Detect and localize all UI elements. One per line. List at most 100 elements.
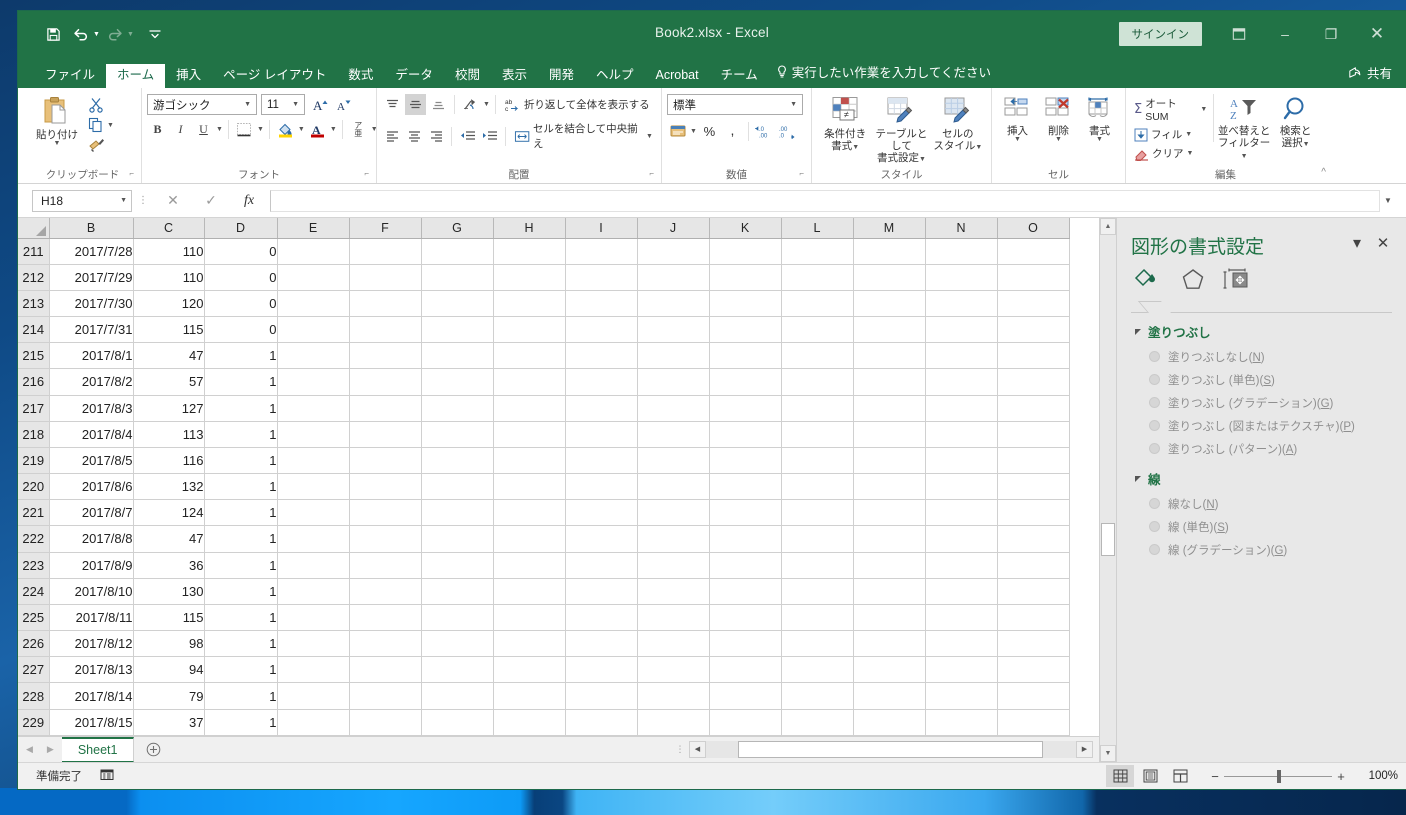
cell-M223[interactable] bbox=[853, 552, 926, 579]
cell-I215[interactable] bbox=[565, 342, 638, 370]
cell-L217[interactable] bbox=[781, 395, 854, 422]
cell-N214[interactable] bbox=[925, 316, 998, 344]
collapse-triangle-icon[interactable] bbox=[1135, 328, 1141, 335]
cell-G219[interactable] bbox=[421, 447, 494, 475]
tab-insert[interactable]: 挿入 bbox=[165, 64, 212, 89]
cell-O225[interactable] bbox=[997, 604, 1070, 632]
cell-L212[interactable] bbox=[781, 264, 854, 291]
cell-D224[interactable]: 1 bbox=[204, 578, 278, 605]
task-pane-section-header-0[interactable]: 塗りつぶし bbox=[1117, 313, 1406, 345]
cell-L215[interactable] bbox=[781, 342, 854, 370]
fill-color-icon[interactable] bbox=[275, 119, 296, 140]
cell-B228[interactable]: 2017/8/14 bbox=[49, 682, 134, 710]
row-header-218[interactable]: 218 bbox=[18, 421, 50, 448]
cell-E218[interactable] bbox=[277, 421, 350, 448]
row-header-224[interactable]: 224 bbox=[18, 578, 50, 605]
cell-D214[interactable]: 0 bbox=[204, 316, 278, 344]
cell-K217[interactable] bbox=[709, 395, 782, 422]
row-header-220[interactable]: 220 bbox=[18, 473, 50, 501]
cell-N222[interactable] bbox=[925, 525, 998, 553]
cell-K214[interactable] bbox=[709, 316, 782, 344]
cell-J220[interactable] bbox=[637, 473, 710, 501]
cell-J221[interactable] bbox=[637, 499, 710, 527]
previous-sheet-icon[interactable]: ◀ bbox=[26, 744, 33, 755]
table-row[interactable]: 214 2017/7/31 115 0 bbox=[18, 316, 1070, 344]
table-row[interactable]: 211 2017/7/28 110 0 bbox=[18, 238, 1070, 265]
vscroll-down-arrow[interactable]: ▼ bbox=[1100, 745, 1116, 762]
cell-H214[interactable] bbox=[493, 316, 566, 344]
align-middle-icon[interactable] bbox=[405, 94, 426, 115]
column-header-F[interactable]: F bbox=[349, 218, 422, 239]
cell-D229[interactable]: 1 bbox=[204, 709, 278, 737]
cell-E224[interactable] bbox=[277, 578, 350, 605]
cell-I211[interactable] bbox=[565, 238, 638, 265]
cell-D216[interactable]: 1 bbox=[204, 368, 278, 396]
cell-G211[interactable] bbox=[421, 238, 494, 265]
cell-E213[interactable] bbox=[277, 290, 350, 318]
cell-D219[interactable]: 1 bbox=[204, 447, 278, 475]
tab-developer[interactable]: 開発 bbox=[538, 64, 585, 89]
align-bottom-icon[interactable] bbox=[428, 94, 449, 115]
cell-F222[interactable] bbox=[349, 525, 422, 553]
cell-F221[interactable] bbox=[349, 499, 422, 527]
orientation-icon[interactable] bbox=[460, 94, 481, 115]
cell-L228[interactable] bbox=[781, 682, 854, 710]
column-header-B[interactable]: B bbox=[49, 218, 134, 239]
cell-D223[interactable]: 1 bbox=[204, 552, 278, 579]
orientation-dropdown-icon[interactable]: ▼ bbox=[483, 101, 490, 108]
cell-H212[interactable] bbox=[493, 264, 566, 291]
column-header-M[interactable]: M bbox=[853, 218, 926, 239]
cell-I224[interactable] bbox=[565, 578, 638, 605]
cell-H225[interactable] bbox=[493, 604, 566, 632]
cell-D221[interactable]: 1 bbox=[204, 499, 278, 527]
table-row[interactable]: 222 2017/8/8 47 1 bbox=[18, 525, 1070, 553]
cell-B214[interactable]: 2017/7/31 bbox=[49, 316, 134, 344]
horizontal-scrollbar[interactable]: ◀ ▶ bbox=[689, 737, 1099, 762]
font-size-dropdown-icon[interactable]: ▼ bbox=[289, 101, 302, 108]
minimize-button[interactable]: – bbox=[1262, 19, 1308, 49]
row-header-221[interactable]: 221 bbox=[18, 499, 50, 527]
insert-function-icon[interactable]: fx bbox=[230, 190, 268, 212]
cell-E212[interactable] bbox=[277, 264, 350, 291]
cell-L211[interactable] bbox=[781, 238, 854, 265]
cell-K219[interactable] bbox=[709, 447, 782, 475]
column-header-H[interactable]: H bbox=[493, 218, 566, 239]
accessibility-icon[interactable] bbox=[100, 768, 114, 784]
cell-K226[interactable] bbox=[709, 630, 782, 658]
cell-N216[interactable] bbox=[925, 368, 998, 396]
cell-O219[interactable] bbox=[997, 447, 1070, 475]
cell-F212[interactable] bbox=[349, 264, 422, 291]
delete-cells-button[interactable]: 削除 ▼ bbox=[1039, 94, 1079, 143]
cell-M229[interactable] bbox=[853, 709, 926, 737]
cell-M222[interactable] bbox=[853, 525, 926, 553]
cell-L214[interactable] bbox=[781, 316, 854, 344]
cell-M215[interactable] bbox=[853, 342, 926, 370]
cell-E227[interactable] bbox=[277, 656, 350, 684]
radio-button-icon[interactable] bbox=[1149, 420, 1160, 431]
cell-C227[interactable]: 94 bbox=[133, 656, 205, 684]
cut-button[interactable] bbox=[85, 96, 117, 114]
cell-F215[interactable] bbox=[349, 342, 422, 370]
cell-F211[interactable] bbox=[349, 238, 422, 265]
hscroll-left-arrow[interactable]: ◀ bbox=[689, 740, 706, 758]
cell-C223[interactable]: 36 bbox=[133, 552, 205, 579]
cell-B223[interactable]: 2017/8/9 bbox=[49, 552, 134, 579]
table-row[interactable]: 227 2017/8/13 94 1 bbox=[18, 656, 1070, 684]
cell-D225[interactable]: 1 bbox=[204, 604, 278, 632]
cell-J223[interactable] bbox=[637, 552, 710, 579]
radio-option-0-3[interactable]: 塗りつぶし (図またはテクスチャ)(P) bbox=[1117, 414, 1406, 437]
cell-M214[interactable] bbox=[853, 316, 926, 344]
cell-N226[interactable] bbox=[925, 630, 998, 658]
cell-H215[interactable] bbox=[493, 342, 566, 370]
cell-N225[interactable] bbox=[925, 604, 998, 632]
cell-I216[interactable] bbox=[565, 368, 638, 396]
cell-J216[interactable] bbox=[637, 368, 710, 396]
tab-view[interactable]: 表示 bbox=[491, 64, 538, 89]
column-header-E[interactable]: E bbox=[277, 218, 350, 239]
table-row[interactable]: 226 2017/8/12 98 1 bbox=[18, 630, 1070, 658]
cell-I214[interactable] bbox=[565, 316, 638, 344]
collapse-triangle-icon[interactable] bbox=[1135, 475, 1141, 482]
cell-M227[interactable] bbox=[853, 656, 926, 684]
cell-O223[interactable] bbox=[997, 552, 1070, 579]
cell-E221[interactable] bbox=[277, 499, 350, 527]
